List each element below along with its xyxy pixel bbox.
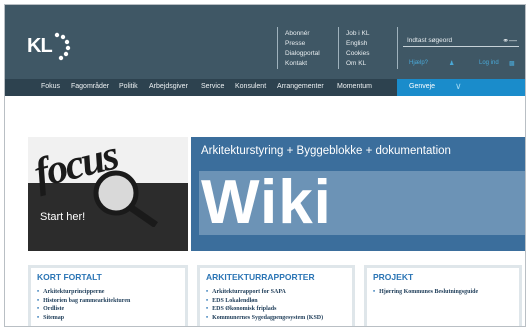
help-link[interactable]: Hjælp?	[409, 60, 428, 66]
list-item[interactable]: Arkitekturprincipperne	[37, 288, 130, 297]
util-link-cookies[interactable]: Cookies	[346, 49, 370, 59]
list-item[interactable]: Sitemap	[37, 314, 130, 323]
main-nav: Fokus Fagområder Politik Arbejdsgiver Se…	[5, 79, 525, 96]
nav-politik[interactable]: Politik	[119, 83, 138, 90]
page-frame: KL Abonnér Presse Dialogportal Kontakt J…	[4, 4, 526, 327]
list-item[interactable]: EDS Økonomisk friplads	[206, 305, 323, 314]
util-link-abonner[interactable]: Abonnér	[285, 29, 320, 39]
util-link-dialogportal[interactable]: Dialogportal	[285, 49, 320, 59]
list-item[interactable]: Ordliste	[37, 305, 130, 314]
lock-icon[interactable]: ▩	[509, 60, 515, 67]
search-input[interactable]	[407, 35, 497, 46]
utility-links-2: Job i KL English Cookies Om KL	[346, 29, 370, 69]
nav-fagomrader[interactable]: Fagområder	[71, 83, 109, 90]
kl-logo[interactable]: KL	[27, 27, 73, 67]
header-divider	[277, 27, 278, 69]
box-title: PROJEKT	[373, 272, 414, 282]
genveje-label: Genveje	[409, 83, 436, 90]
box-list: Arkitekturrapport for SAPA EDS Lokalendl…	[206, 288, 323, 322]
nav-konsulent[interactable]: Konsulent	[235, 83, 266, 90]
nav-arbejdsgiver[interactable]: Arbejdsgiver	[149, 83, 188, 90]
wiki-title: Arkitekturstyring + Byggeblokke + dokume…	[201, 145, 451, 157]
person-icon[interactable]: ♟	[449, 60, 454, 67]
nav-momentum[interactable]: Momentum	[337, 83, 372, 90]
utility-links-1: Abonnér Presse Dialogportal Kontakt	[285, 29, 320, 69]
util-link-om-kl[interactable]: Om KL	[346, 59, 370, 69]
wiki-banner[interactable]: Arkitekturstyring + Byggeblokke + dokume…	[191, 137, 525, 251]
chevron-down-icon: ∨	[455, 81, 462, 91]
box-list: Arkitekturprincipperne Historien bag ram…	[37, 288, 130, 322]
list-item[interactable]: Historien bag rammearkitekturen	[37, 297, 130, 306]
list-item[interactable]: Kommunernes Sygedagpengesystem (KSD)	[206, 314, 323, 323]
wiki-word: Wiki	[201, 168, 332, 237]
focus-banner[interactable]: focus Start her!	[28, 137, 188, 251]
login-link[interactable]: Log ind	[479, 60, 499, 66]
search-box: ⚭—	[403, 35, 519, 47]
util-link-kontakt[interactable]: Kontakt	[285, 59, 320, 69]
nav-arrangementer[interactable]: Arrangementer	[277, 83, 324, 90]
genveje-button[interactable]: Genveje ∨	[397, 79, 525, 96]
util-link-job[interactable]: Job i KL	[346, 29, 370, 39]
list-item[interactable]: EDS Lokalendløn	[206, 297, 323, 306]
box-title: ARKITEKTURRAPPORTER	[206, 272, 315, 282]
nav-fokus[interactable]: Fokus	[41, 83, 60, 90]
header-divider	[397, 27, 398, 69]
box-arkitekturrapporter: ARKITEKTURRAPPORTER Arkitekturrapport fo…	[197, 265, 355, 326]
header-divider	[338, 27, 339, 69]
login-row: Hjælp? ♟ Log ind ▩	[403, 60, 519, 72]
box-list: Hjørring Kommunes Beslutningsguide	[373, 288, 478, 297]
logo-arc-icon	[54, 32, 71, 61]
util-link-presse[interactable]: Presse	[285, 39, 320, 49]
logo-text: KL	[27, 35, 53, 57]
site-header: KL Abonnér Presse Dialogportal Kontakt J…	[5, 5, 525, 79]
box-kort-fortalt: KORT FORTALT Arkitekturprincipperne Hist…	[28, 265, 188, 326]
nav-service[interactable]: Service	[201, 83, 224, 90]
list-item[interactable]: Arkitekturrapport for SAPA	[206, 288, 323, 297]
box-title: KORT FORTALT	[37, 272, 102, 282]
box-projekt: PROJEKT Hjørring Kommunes Beslutningsgui…	[364, 265, 522, 326]
search-key-icon[interactable]: ⚭—	[502, 36, 517, 45]
util-link-english[interactable]: English	[346, 39, 370, 49]
list-item[interactable]: Hjørring Kommunes Beslutningsguide	[373, 288, 478, 297]
start-here-label: Start her!	[40, 211, 86, 223]
